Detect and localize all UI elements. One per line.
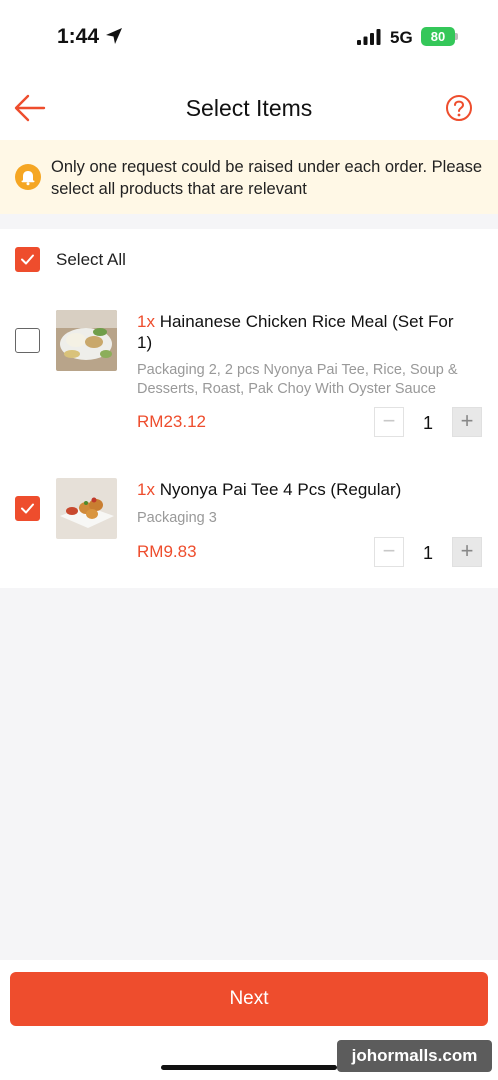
quantity-minus-button[interactable]: −: [374, 407, 404, 437]
network-label: 5G: [390, 28, 413, 47]
item-name-text: Nyonya Pai Tee 4 Pcs (Regular): [159, 480, 402, 499]
item-qty: 1x: [137, 480, 155, 499]
quantity-minus-button[interactable]: −: [374, 537, 404, 567]
watermark: johormalls.com: [337, 1040, 492, 1072]
quantity-plus-button[interactable]: +: [452, 537, 482, 567]
item-name: 1x Hainanese Chicken Rice Meal (Set For …: [137, 311, 467, 353]
next-button[interactable]: Next: [10, 972, 488, 1026]
item-thumbnail-hainanese-chicken-rice: [56, 310, 117, 371]
nav-bar: Select Items: [0, 74, 498, 140]
item-checkbox-nyonya-pai-tee[interactable]: [15, 496, 40, 521]
notice-banner: Only one request could be raised under e…: [0, 140, 498, 214]
item-name-text: Hainanese Chicken Rice Meal (Set For 1): [137, 312, 454, 352]
item-qty: 1x: [137, 312, 155, 331]
bell-icon: [15, 164, 41, 195]
item-description: Packaging 3: [137, 510, 217, 526]
item-description: Packaging 2, 2 pcs Nyonya Pai Tee, Rice,…: [137, 362, 458, 397]
item-price: RM23.12: [137, 412, 206, 431]
page-title: Select Items: [185, 95, 313, 121]
item-name: 1x Nyonya Pai Tee 4 Pcs (Regular): [137, 479, 467, 500]
signal-icon: [357, 29, 383, 50]
select-all-label: Select All: [56, 250, 126, 269]
home-indicator: [161, 1065, 337, 1070]
item-price: RM9.83: [137, 542, 197, 561]
battery-icon: 80: [421, 27, 455, 46]
status-bar: 1:44 5G 80: [0, 0, 498, 74]
location-arrow-icon: [105, 27, 123, 50]
items-card: Select All 1x Hainanese Chicken Rice Mea…: [0, 229, 498, 588]
question-circle-icon[interactable]: [445, 94, 473, 127]
notice-text: Only one request could be raised under e…: [51, 158, 483, 198]
quantity-value: 1: [422, 543, 433, 563]
select-all-checkbox[interactable]: [15, 247, 40, 272]
quantity-plus-button[interactable]: +: [452, 407, 482, 437]
item-checkbox-hainanese-chicken-rice[interactable]: [15, 328, 40, 353]
status-time: 1:44: [57, 25, 100, 48]
item-thumbnail-nyonya-pai-tee: [56, 478, 117, 539]
quantity-value: 1: [422, 413, 433, 433]
battery-tip: [455, 33, 458, 40]
